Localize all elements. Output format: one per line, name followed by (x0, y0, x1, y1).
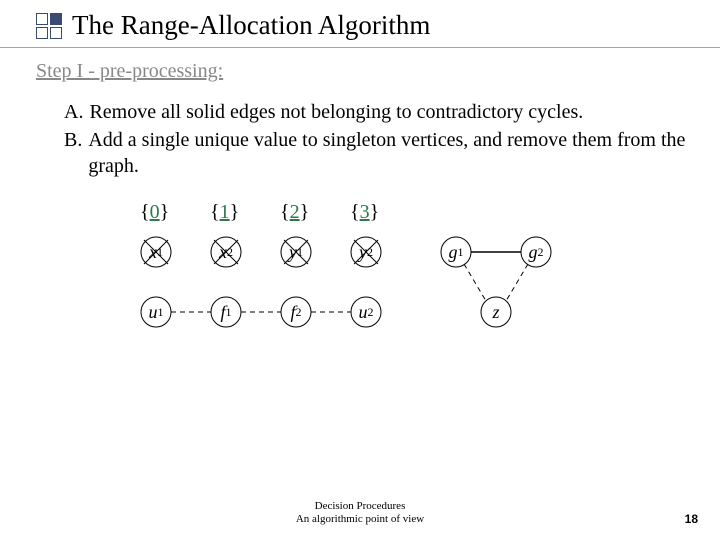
list-item: A. Remove all solid edges not belonging … (64, 99, 692, 125)
item-text: Add a single unique value to singleton v… (88, 127, 692, 179)
step-subheading: Step I - pre-processing: (36, 60, 692, 83)
step-list: A. Remove all solid edges not belonging … (64, 99, 692, 179)
footer-line1: Decision Procedures (0, 500, 720, 513)
singleton-value: {2} (280, 201, 309, 224)
page-number: 18 (685, 512, 698, 526)
item-text: Remove all solid edges not belonging to … (89, 99, 692, 125)
singleton-value: {0} (140, 201, 169, 224)
node-x2: x2 (211, 237, 241, 267)
item-marker: B. (64, 127, 82, 179)
title-bar: The Range-Allocation Algorithm (36, 10, 692, 41)
node-f1: f1 (211, 297, 241, 327)
node-y1: y1 (281, 237, 311, 267)
graph-svg (126, 197, 646, 367)
graph-diagram: {0} {1} {2} {3} x1 x2 y1 y2 u1 f1 f2 u2 … (126, 197, 646, 367)
node-f2: f2 (281, 297, 311, 327)
node-u2: u2 (351, 297, 381, 327)
footer-line2: An algorithmic point of view (0, 513, 720, 526)
node-x1: x1 (141, 237, 171, 267)
node-g2: g2 (521, 237, 551, 267)
slide-title: The Range-Allocation Algorithm (72, 10, 430, 41)
node-u1: u1 (141, 297, 171, 327)
node-z: z (481, 297, 511, 327)
singleton-value: {3} (350, 201, 379, 224)
node-y2: y2 (351, 237, 381, 267)
title-bullet-icon (36, 13, 62, 39)
footer: Decision Procedures An algorithmic point… (0, 500, 720, 526)
item-marker: A. (64, 99, 83, 125)
slide: The Range-Allocation Algorithm Step I - … (0, 0, 720, 540)
list-item: B. Add a single unique value to singleto… (64, 127, 692, 179)
node-g1: g1 (441, 237, 471, 267)
title-rule (0, 47, 720, 48)
singleton-value: {1} (210, 201, 239, 224)
